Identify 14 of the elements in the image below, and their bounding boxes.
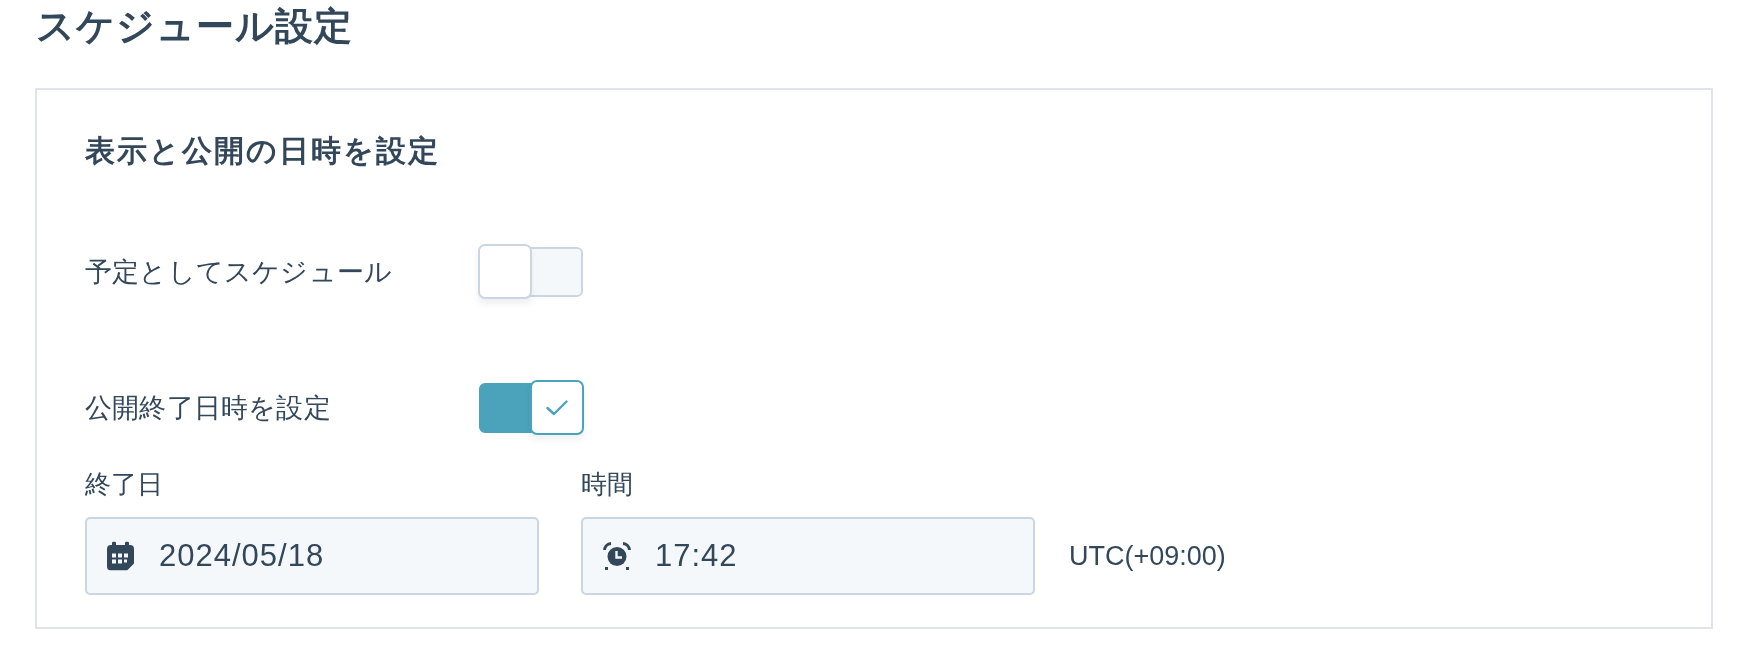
toggle-switch[interactable] [478,380,584,436]
calendar-icon [107,541,134,571]
field-label: 終了日 [85,469,163,499]
time-field[interactable]: 17:42 [581,517,1035,595]
toggle-label: 公開終了日時を設定 [85,392,331,425]
date-field[interactable]: 2024/05/18 [85,517,539,595]
toggle-label: 予定としてスケジュール [85,256,393,289]
toggle-switch[interactable] [478,244,584,300]
page-title: スケジュール設定 [35,4,353,49]
field-label: 時間 [581,469,633,499]
section-heading: 表示と公開の日時を設定 [85,133,440,169]
timezone-label: UTC(+09:00) [1069,541,1226,571]
check-icon [546,399,568,416]
alarm-clock-icon [603,542,631,570]
